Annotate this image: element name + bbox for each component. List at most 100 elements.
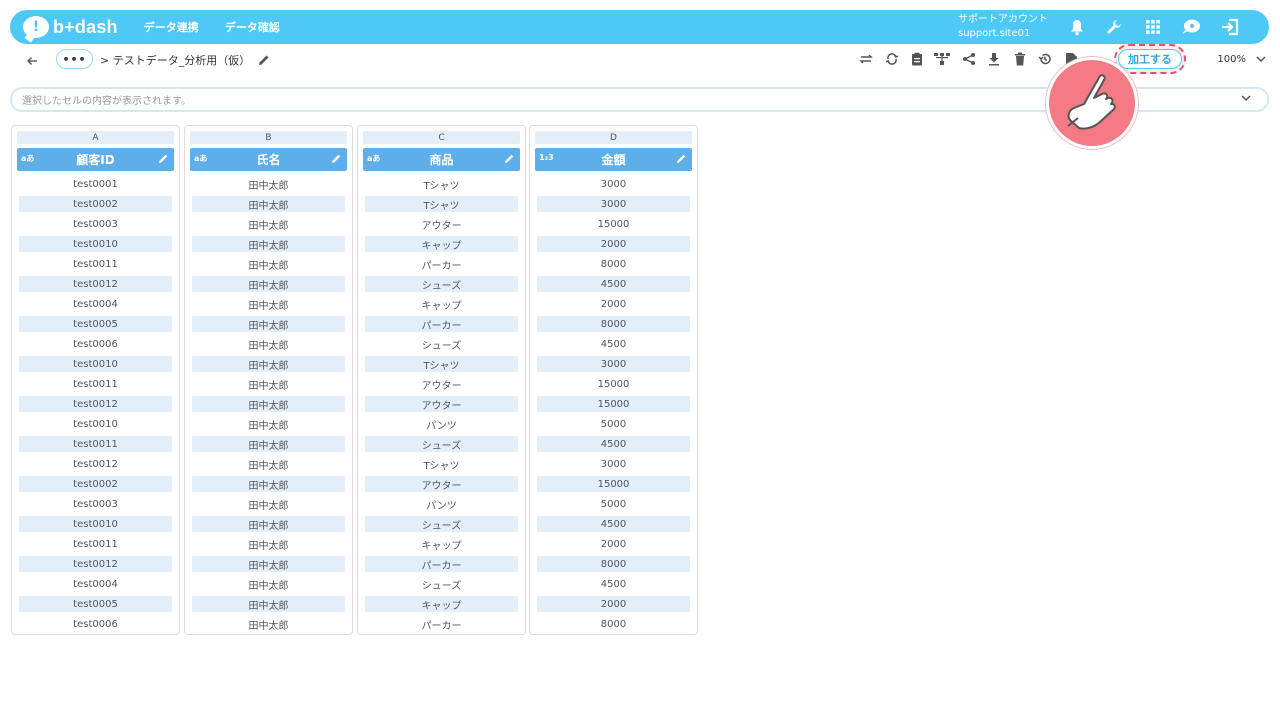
- table-cell[interactable]: test0012: [17, 394, 174, 414]
- table-cell[interactable]: パンツ: [363, 414, 520, 434]
- table-cell[interactable]: パーカー: [363, 554, 520, 574]
- table-cell[interactable]: アウター: [363, 394, 520, 414]
- column-letter[interactable]: A: [17, 131, 174, 144]
- table-cell[interactable]: 田中太郎: [190, 514, 347, 534]
- pencil-icon[interactable]: [331, 153, 342, 164]
- wrench-icon[interactable]: [1103, 16, 1125, 38]
- table-cell[interactable]: 田中太郎: [190, 234, 347, 254]
- table-cell[interactable]: 8000: [535, 554, 692, 574]
- table-cell[interactable]: Tシャツ: [363, 194, 520, 214]
- column-letter[interactable]: B: [190, 131, 347, 144]
- cell-content-bar[interactable]: 選択したセルの内容が表示されます。: [10, 87, 1269, 112]
- table-cell[interactable]: 4500: [535, 334, 692, 354]
- table-cell[interactable]: キャップ: [363, 234, 520, 254]
- table-cell[interactable]: 田中太郎: [190, 574, 347, 594]
- table-cell[interactable]: Tシャツ: [363, 454, 520, 474]
- table-cell[interactable]: パーカー: [363, 254, 520, 274]
- table-cell[interactable]: 8000: [535, 314, 692, 334]
- table-cell[interactable]: シューズ: [363, 574, 520, 594]
- table-cell[interactable]: キャップ: [363, 534, 520, 554]
- table-cell[interactable]: アウター: [363, 474, 520, 494]
- table-cell[interactable]: 2000: [535, 234, 692, 254]
- table-cell[interactable]: パーカー: [363, 314, 520, 334]
- table-cell[interactable]: 5000: [535, 494, 692, 514]
- table-cell[interactable]: test0011: [17, 434, 174, 454]
- download-icon[interactable]: [986, 51, 1002, 67]
- table-cell[interactable]: 15000: [535, 374, 692, 394]
- table-cell[interactable]: 3000: [535, 454, 692, 474]
- column-header[interactable]: aあ 商品: [363, 148, 520, 171]
- report-icon[interactable]: [1063, 51, 1079, 67]
- table-cell[interactable]: 5000: [535, 414, 692, 434]
- column-header[interactable]: 1₂3 金額: [535, 148, 692, 171]
- chevron-down-icon[interactable]: [1241, 94, 1251, 102]
- table-cell[interactable]: シューズ: [363, 514, 520, 534]
- back-arrow-icon[interactable]: [26, 52, 40, 66]
- logout-icon[interactable]: [1219, 16, 1241, 38]
- table-cell[interactable]: パーカー: [363, 614, 520, 634]
- table-cell[interactable]: test0001: [17, 174, 174, 194]
- table-cell[interactable]: 田中太郎: [190, 554, 347, 574]
- process-button[interactable]: 加工する: [1118, 49, 1182, 69]
- table-cell[interactable]: シューズ: [363, 434, 520, 454]
- flow-icon[interactable]: [934, 51, 950, 67]
- column-header[interactable]: aあ 顧客ID: [17, 148, 174, 171]
- table-cell[interactable]: test0012: [17, 554, 174, 574]
- refresh-icon[interactable]: [884, 51, 900, 67]
- table-cell[interactable]: test0005: [17, 314, 174, 334]
- table-cell[interactable]: test0003: [17, 214, 174, 234]
- table-cell[interactable]: 田中太郎: [190, 254, 347, 274]
- table-cell[interactable]: 田中太郎: [190, 314, 347, 334]
- table-cell[interactable]: test0011: [17, 254, 174, 274]
- logo[interactable]: ! b+dash: [23, 10, 118, 44]
- table-cell[interactable]: test0006: [17, 334, 174, 354]
- table-cell[interactable]: 田中太郎: [190, 294, 347, 314]
- zoom-select[interactable]: 100%: [1190, 49, 1268, 69]
- table-cell[interactable]: パンツ: [363, 494, 520, 514]
- table-cell[interactable]: 田中太郎: [190, 354, 347, 374]
- table-cell[interactable]: Tシャツ: [363, 354, 520, 374]
- table-cell[interactable]: test0010: [17, 514, 174, 534]
- swap-icon[interactable]: [858, 51, 874, 67]
- table-cell[interactable]: Tシャツ: [363, 174, 520, 194]
- table-cell[interactable]: test0010: [17, 354, 174, 374]
- table-cell[interactable]: シューズ: [363, 274, 520, 294]
- table-cell[interactable]: 8000: [535, 614, 692, 634]
- table-cell[interactable]: test0011: [17, 374, 174, 394]
- table-cell[interactable]: キャップ: [363, 594, 520, 614]
- table-cell[interactable]: アウター: [363, 214, 520, 234]
- pencil-icon[interactable]: [504, 153, 515, 164]
- table-cell[interactable]: 田中太郎: [190, 214, 347, 234]
- table-cell[interactable]: 田中太郎: [190, 534, 347, 554]
- table-cell[interactable]: 田中太郎: [190, 334, 347, 354]
- column-letter[interactable]: C: [363, 131, 520, 144]
- history-icon[interactable]: [1037, 51, 1053, 67]
- table-cell[interactable]: 田中太郎: [190, 274, 347, 294]
- nav-data-check[interactable]: データ確認: [225, 19, 280, 35]
- table-cell[interactable]: 4500: [535, 514, 692, 534]
- table-cell[interactable]: test0012: [17, 454, 174, 474]
- table-cell[interactable]: 田中太郎: [190, 454, 347, 474]
- table-cell[interactable]: 4500: [535, 574, 692, 594]
- table-cell[interactable]: 田中太郎: [190, 414, 347, 434]
- table-cell[interactable]: test0002: [17, 194, 174, 214]
- table-cell[interactable]: シューズ: [363, 334, 520, 354]
- more-button[interactable]: •••: [56, 49, 93, 69]
- table-cell[interactable]: test0004: [17, 294, 174, 314]
- column-letter[interactable]: D: [535, 131, 692, 144]
- table-cell[interactable]: test0003: [17, 494, 174, 514]
- table-cell[interactable]: 15000: [535, 474, 692, 494]
- table-cell[interactable]: 8000: [535, 254, 692, 274]
- table-cell[interactable]: test0010: [17, 414, 174, 434]
- table-cell[interactable]: 3000: [535, 194, 692, 214]
- table-cell[interactable]: 3000: [535, 174, 692, 194]
- table-cell[interactable]: 15000: [535, 394, 692, 414]
- table-cell[interactable]: test0005: [17, 594, 174, 614]
- bell-icon[interactable]: [1066, 16, 1088, 38]
- table-cell[interactable]: 田中太郎: [190, 374, 347, 394]
- table-cell[interactable]: 2000: [535, 534, 692, 554]
- chat-icon[interactable]: [1180, 16, 1202, 38]
- delete-icon[interactable]: [1012, 51, 1028, 67]
- table-cell[interactable]: test0002: [17, 474, 174, 494]
- table-cell[interactable]: test0006: [17, 614, 174, 634]
